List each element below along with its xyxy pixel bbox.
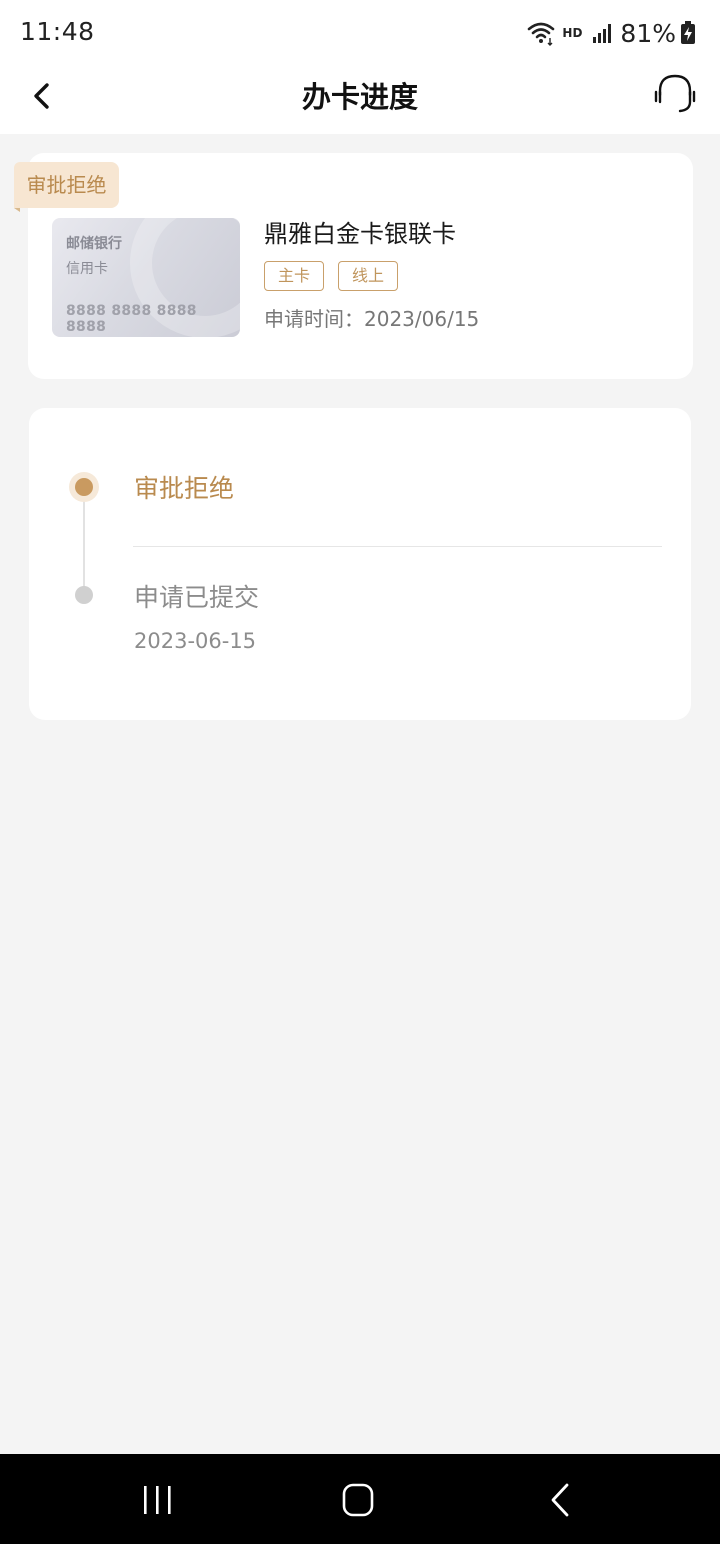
card-badges: 主卡 线上 xyxy=(264,261,412,291)
card-number: 8888 8888 8888 8888 xyxy=(66,303,197,335)
card-type-label: 信用卡 xyxy=(66,261,108,277)
recent-apps-icon[interactable] xyxy=(138,1480,178,1520)
card-bank-name: 邮储银行 xyxy=(66,236,122,252)
status-icons: HD 81% xyxy=(526,18,696,48)
apply-time: 申请时间：2023/06/15 xyxy=(264,307,480,331)
timeline-dot-active xyxy=(75,478,93,496)
status-bar: 11:48 HD 81% xyxy=(0,0,720,66)
status-time: 11:48 xyxy=(20,17,95,46)
battery-charging-icon xyxy=(681,21,695,44)
step-title-rejected: 审批拒绝 xyxy=(134,474,235,503)
card-product-name: 鼎雅白金卡银联卡 xyxy=(264,220,456,248)
headset-icon[interactable] xyxy=(652,70,698,116)
page-title: 办卡进度 xyxy=(301,80,418,114)
status-badge-fold xyxy=(14,208,20,212)
home-icon[interactable] xyxy=(338,1480,378,1520)
badge-main-card: 主卡 xyxy=(264,261,325,291)
timeline-dot-inactive xyxy=(75,586,93,604)
nav-bar: 办卡进度 xyxy=(0,66,720,134)
timeline-line xyxy=(83,495,85,587)
wifi-icon xyxy=(528,22,555,46)
step-divider xyxy=(133,546,662,547)
badge-online: 线上 xyxy=(338,261,399,291)
step-date-submitted: 2023-06-15 xyxy=(134,629,257,653)
signal-icon xyxy=(593,24,612,43)
progress-card xyxy=(29,408,691,720)
network-hd-label: HD xyxy=(562,26,583,40)
system-nav-bar xyxy=(0,1454,720,1544)
battery-percent: 81% xyxy=(620,18,676,48)
status-badge: 审批拒绝 xyxy=(14,162,119,208)
step-title-submitted: 申请已提交 xyxy=(134,583,260,612)
credit-card-image: 邮储银行 信用卡 8888 8888 8888 8888 xyxy=(52,218,240,337)
back-nav-icon[interactable] xyxy=(540,1480,580,1520)
app-screen: 11:48 HD 81% 办卡进度 审批拒绝 邮储银行 信用卡 8888 888… xyxy=(0,0,720,1544)
